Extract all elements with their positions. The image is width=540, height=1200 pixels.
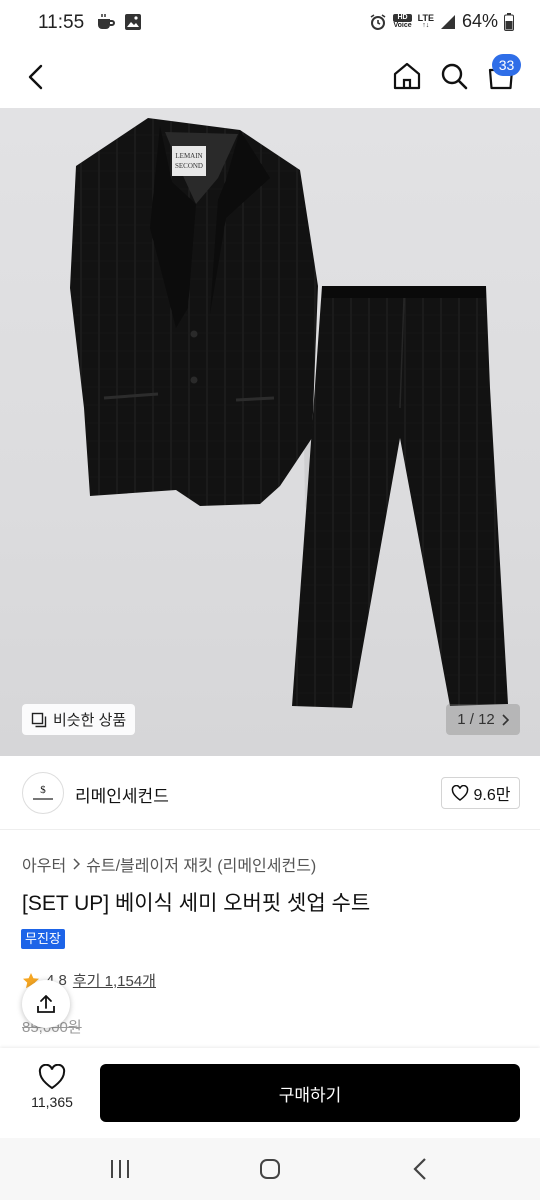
recent-apps-icon[interactable] [105, 1156, 135, 1182]
wishlist-button[interactable]: 11,365 [20, 1064, 84, 1124]
bottom-action-bar: 11,365 구매하기 [0, 1048, 540, 1138]
brand-logo: $ [22, 772, 64, 814]
image-pager-text: 1 / 12 [457, 711, 495, 728]
gallery-icon [125, 14, 141, 30]
garment-label-line-1: LEMAIN [175, 152, 202, 160]
status-bar: 11:55 HD Voice LTE ↑↓ 64% [0, 0, 540, 46]
review-count-link[interactable]: 후기 1,154개 [73, 970, 156, 991]
top-header [0, 46, 540, 108]
chevron-right-icon [502, 713, 509, 726]
wishlist-count: 11,365 [31, 1094, 73, 1110]
product-title: [SET UP] 베이식 세미 오버핏 셋업 수트 [22, 892, 371, 915]
garment-label-line-2: SECOND [175, 162, 203, 170]
brand-name[interactable]: 리메인세컨드 [75, 782, 169, 807]
status-time: 11:55 [38, 12, 85, 33]
brand-row[interactable]: $ 리메인세컨드 9.6만 [0, 756, 540, 830]
chevron-right-icon [73, 858, 81, 870]
shipping-badge: 무진장 [21, 929, 65, 949]
suit-illustration: LEMAIN SECOND [70, 118, 508, 708]
buy-button[interactable]: 구매하기 [100, 1064, 520, 1122]
back-nav-icon[interactable] [406, 1156, 436, 1182]
share-button[interactable] [22, 980, 70, 1028]
product-image[interactable]: LEMAIN SECOND 비슷한 상품 1 / 12 [0, 108, 540, 756]
brand-like-button[interactable]: 9.6만 [441, 777, 520, 809]
search-icon[interactable] [437, 59, 471, 93]
battery-percent: 64% [461, 11, 498, 31]
brand-like-count: 9.6만 [473, 787, 511, 804]
heart-icon [38, 1064, 66, 1090]
hd-voice-indicator: HD Voice [393, 13, 412, 29]
back-button[interactable] [20, 60, 54, 94]
breadcrumb-category[interactable]: 아우터 [22, 852, 66, 876]
similar-items-icon [31, 712, 47, 727]
battery-icon [504, 12, 514, 31]
breadcrumb-subcategory[interactable]: 슈트/블레이저 재킷 (리메인세컨드) [86, 852, 316, 876]
similar-products-button[interactable]: 비슷한 상품 [22, 704, 136, 735]
svg-text:$: $ [40, 784, 46, 796]
brand-logo-mark: $ [33, 784, 53, 800]
signal-icon [440, 14, 455, 29]
breadcrumb: 아우터 슈트/블레이저 재킷 (리메인세컨드) [22, 852, 316, 876]
coffee-icon [98, 14, 115, 29]
image-pager[interactable]: 1 / 12 [446, 704, 520, 735]
lte-indicator: LTE ↑↓ [417, 12, 434, 29]
share-icon [37, 995, 55, 1013]
cart-count-badge: 33 [492, 54, 521, 76]
similar-products-label: 비슷한 상품 [53, 712, 127, 729]
home-button-icon[interactable] [255, 1156, 285, 1182]
home-icon[interactable] [390, 59, 424, 93]
heart-icon [451, 785, 468, 801]
system-navigation-bar [0, 1138, 540, 1200]
alarm-icon [371, 13, 386, 30]
